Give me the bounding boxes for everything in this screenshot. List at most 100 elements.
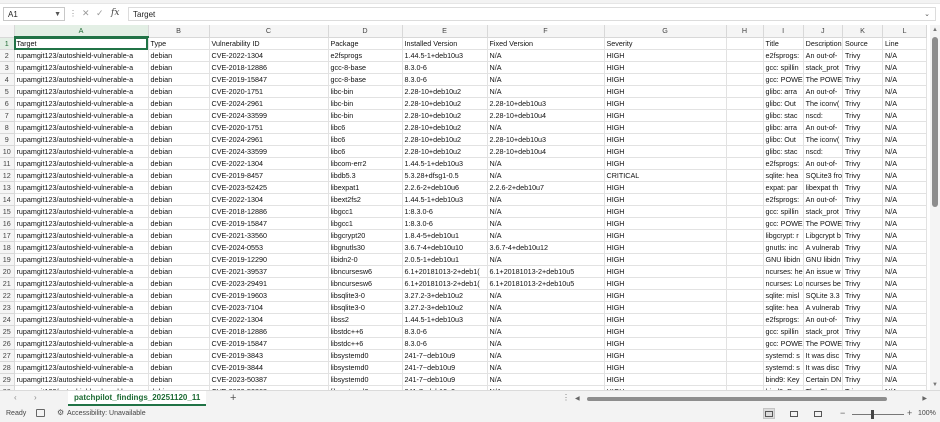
- cell-h4[interactable]: [726, 73, 764, 86]
- cell-a9[interactable]: rupamgit123/autoshield-vulnerable-a: [14, 133, 149, 146]
- cell-h15[interactable]: [726, 205, 764, 218]
- cell-g1[interactable]: Severity: [604, 37, 727, 50]
- cell-a6[interactable]: rupamgit123/autoshield-vulnerable-a: [14, 97, 149, 110]
- cell-c2[interactable]: CVE-2022-1304: [209, 49, 329, 62]
- cell-a12[interactable]: rupamgit123/autoshield-vulnerable-a: [14, 169, 149, 182]
- cell-i3[interactable]: gcc: spillin: [763, 61, 804, 74]
- cell-f11[interactable]: N/A: [487, 157, 605, 170]
- cell-f18[interactable]: 3.6.7-4+deb10u12: [487, 241, 605, 254]
- cell-a1[interactable]: Target: [14, 37, 149, 50]
- cell-c20[interactable]: CVE-2021-39537: [209, 265, 329, 278]
- cell-c6[interactable]: CVE-2024-2961: [209, 97, 329, 110]
- expand-formula-icon[interactable]: ⌄: [924, 10, 930, 18]
- cell-h18[interactable]: [726, 241, 764, 254]
- cell-e20[interactable]: 6.1+20181013-2+deb1(: [402, 265, 488, 278]
- row-header[interactable]: 29: [0, 373, 15, 386]
- cell-l27[interactable]: N/A: [882, 349, 928, 362]
- cell-e25[interactable]: 8.3.0-6: [402, 325, 488, 338]
- column-header-k[interactable]: K: [842, 25, 884, 38]
- cell-l19[interactable]: N/A: [882, 253, 928, 266]
- cell-i21[interactable]: ncurses: Lo: [763, 277, 804, 290]
- cell-k17[interactable]: Trivy: [842, 229, 884, 242]
- cell-j21[interactable]: ncurses be: [803, 277, 844, 290]
- cell-e1[interactable]: Installed Version: [402, 37, 488, 50]
- cell-c3[interactable]: CVE-2018-12886: [209, 61, 329, 74]
- row-header[interactable]: 12: [0, 169, 15, 182]
- cell-c21[interactable]: CVE-2023-29491: [209, 277, 329, 290]
- cell-e21[interactable]: 6.1+20181013-2+deb1(: [402, 277, 488, 290]
- cell-a26[interactable]: rupamgit123/autoshield-vulnerable-a: [14, 337, 149, 350]
- cell-i9[interactable]: glibc: Out: [763, 133, 804, 146]
- column-header-i[interactable]: I: [763, 25, 804, 38]
- cell-b6[interactable]: debian: [148, 97, 210, 110]
- column-header-e[interactable]: E: [402, 25, 488, 38]
- cell-l21[interactable]: N/A: [882, 277, 928, 290]
- cell-g11[interactable]: HIGH: [604, 157, 727, 170]
- row-header[interactable]: 5: [0, 85, 15, 98]
- cell-e3[interactable]: 8.3.0-6: [402, 61, 488, 74]
- cell-c15[interactable]: CVE-2018-12886: [209, 205, 329, 218]
- cell-e14[interactable]: 1.44.5-1+deb10u3: [402, 193, 488, 206]
- cell-i17[interactable]: libgcrypt: r: [763, 229, 804, 242]
- cell-k5[interactable]: Trivy: [842, 85, 884, 98]
- cell-f22[interactable]: N/A: [487, 289, 605, 302]
- column-header-g[interactable]: G: [604, 25, 727, 38]
- cell-j27[interactable]: It was disc: [803, 349, 844, 362]
- cell-k13[interactable]: Trivy: [842, 181, 884, 194]
- cell-g4[interactable]: HIGH: [604, 73, 727, 86]
- column-header-a[interactable]: A: [14, 25, 149, 38]
- cell-j8[interactable]: An out-of-: [803, 121, 844, 134]
- cell-g28[interactable]: HIGH: [604, 361, 727, 374]
- cell-c12[interactable]: CVE-2019-8457: [209, 169, 329, 182]
- cell-a10[interactable]: rupamgit123/autoshield-vulnerable-a: [14, 145, 149, 158]
- cell-i23[interactable]: sqlite: hea: [763, 301, 804, 314]
- cell-g21[interactable]: HIGH: [604, 277, 727, 290]
- cell-d18[interactable]: libgnutls30: [328, 241, 403, 254]
- cell-h28[interactable]: [726, 361, 764, 374]
- cell-i25[interactable]: gcc: spillin: [763, 325, 804, 338]
- enter-icon[interactable]: ✓: [96, 8, 104, 19]
- cell-b9[interactable]: debian: [148, 133, 210, 146]
- cell-j4[interactable]: The POWE: [803, 73, 844, 86]
- cell-f17[interactable]: N/A: [487, 229, 605, 242]
- cell-l29[interactable]: N/A: [882, 373, 928, 386]
- page-break-view-button[interactable]: [812, 408, 824, 419]
- cell-l13[interactable]: N/A: [882, 181, 928, 194]
- cell-l24[interactable]: N/A: [882, 313, 928, 326]
- cell-a14[interactable]: rupamgit123/autoshield-vulnerable-a: [14, 193, 149, 206]
- cell-e24[interactable]: 1.44.5-1+deb10u3: [402, 313, 488, 326]
- cell-c5[interactable]: CVE-2020-1751: [209, 85, 329, 98]
- cell-l16[interactable]: N/A: [882, 217, 928, 230]
- cell-i26[interactable]: gcc: POWE: [763, 337, 804, 350]
- cell-k28[interactable]: Trivy: [842, 361, 884, 374]
- cell-b14[interactable]: debian: [148, 193, 210, 206]
- cell-d17[interactable]: libgcrypt20: [328, 229, 403, 242]
- cell-b5[interactable]: debian: [148, 85, 210, 98]
- cell-b24[interactable]: debian: [148, 313, 210, 326]
- cell-h24[interactable]: [726, 313, 764, 326]
- cell-b25[interactable]: debian: [148, 325, 210, 338]
- cell-b10[interactable]: debian: [148, 145, 210, 158]
- cell-b11[interactable]: debian: [148, 157, 210, 170]
- cell-j28[interactable]: It was disc: [803, 361, 844, 374]
- cell-j24[interactable]: An out-of-: [803, 313, 844, 326]
- cell-b22[interactable]: debian: [148, 289, 210, 302]
- cell-c13[interactable]: CVE-2023-52425: [209, 181, 329, 194]
- vertical-scrollbar[interactable]: ▲ ▼: [930, 25, 940, 390]
- cell-l2[interactable]: N/A: [882, 49, 928, 62]
- cell-k29[interactable]: Trivy: [842, 373, 884, 386]
- cell-i28[interactable]: systemd: s: [763, 361, 804, 374]
- cell-a3[interactable]: rupamgit123/autoshield-vulnerable-a: [14, 61, 149, 74]
- cell-a28[interactable]: rupamgit123/autoshield-vulnerable-a: [14, 361, 149, 374]
- cell-h25[interactable]: [726, 325, 764, 338]
- cell-c29[interactable]: CVE-2023-50387: [209, 373, 329, 386]
- cell-c11[interactable]: CVE-2022-1304: [209, 157, 329, 170]
- zoom-in-icon[interactable]: +: [907, 408, 912, 418]
- cell-h19[interactable]: [726, 253, 764, 266]
- cell-f24[interactable]: N/A: [487, 313, 605, 326]
- cell-f27[interactable]: N/A: [487, 349, 605, 362]
- cell-f16[interactable]: N/A: [487, 217, 605, 230]
- cell-g26[interactable]: HIGH: [604, 337, 727, 350]
- cell-h17[interactable]: [726, 229, 764, 242]
- cell-i4[interactable]: gcc: POWE: [763, 73, 804, 86]
